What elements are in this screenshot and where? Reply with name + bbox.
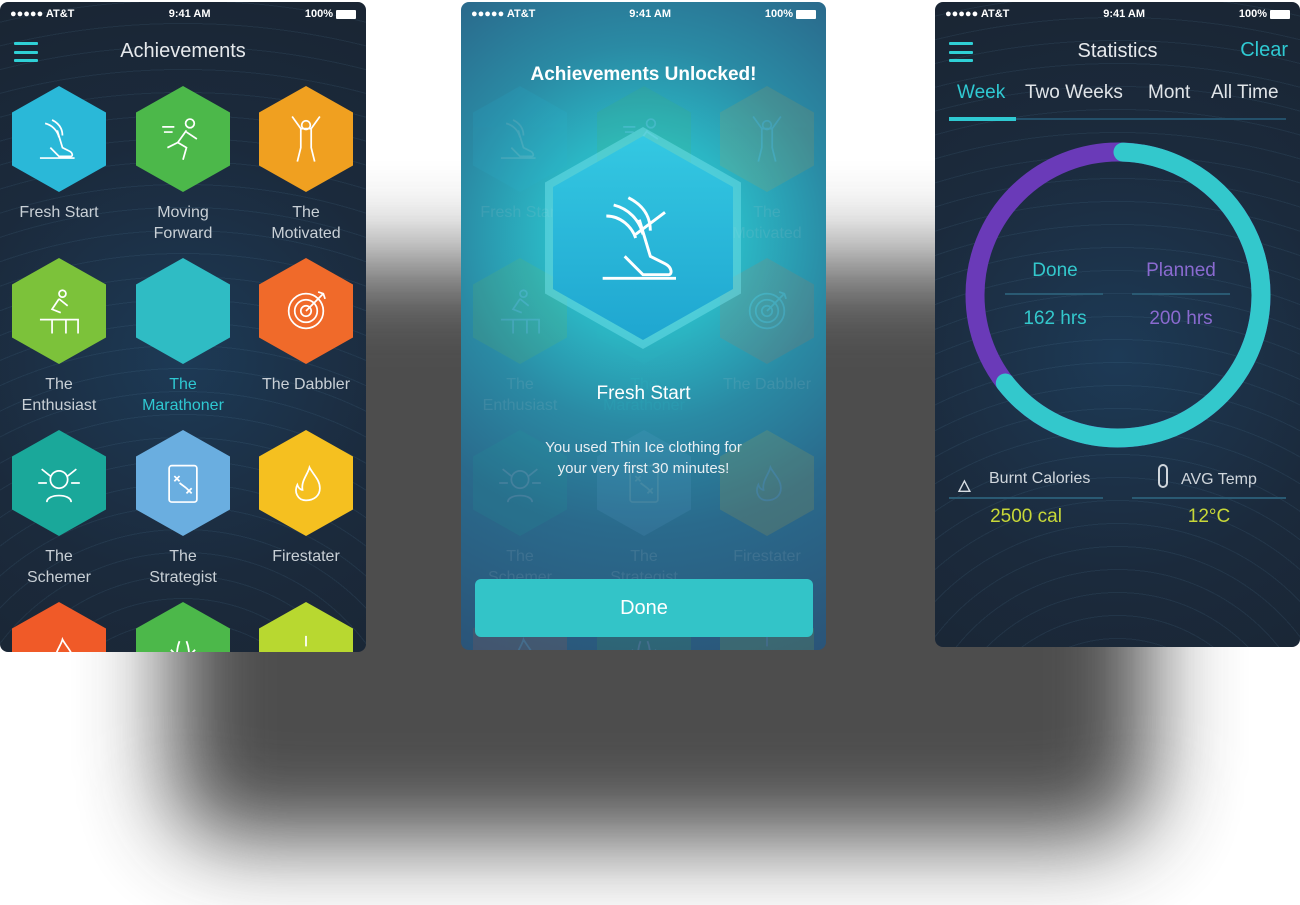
carrier: ●●●●● AT&T — [471, 8, 536, 20]
achievement-badge[interactable] — [259, 430, 353, 536]
runner-icon — [162, 118, 198, 161]
achievement-label: Firestater — [272, 548, 340, 565]
modal-title: Achievements Unlocked! — [530, 64, 757, 85]
achievement-badge[interactable] — [136, 430, 230, 536]
achievement-label: The Enthusiast — [21, 376, 97, 414]
achievement-label: The Marathoner — [142, 376, 224, 414]
arrows-icon — [163, 640, 203, 652]
done-button[interactable]: Done — [475, 579, 813, 637]
achievement-badge — [720, 86, 814, 192]
winged-foot-icon — [500, 119, 536, 159]
winged-foot-icon — [602, 196, 676, 280]
achievement-badge[interactable] — [136, 602, 230, 652]
planned-value: 200 hrs — [1149, 308, 1213, 329]
thermometer-icon — [1158, 464, 1168, 488]
clipboard-icon — [168, 464, 198, 503]
status-bar: ●●●●● AT&T 9:41 AM 100% — [461, 2, 826, 26]
target-icon — [287, 291, 326, 330]
flame-icon — [48, 636, 74, 652]
match-fire-icon — [295, 464, 321, 502]
achievement-badge[interactable] — [12, 258, 106, 364]
tab-all-time[interactable]: All Time — [1211, 82, 1279, 104]
badge-fresh-start — [545, 127, 741, 349]
period-tabs: Week Two Weeks Mont All Time — [935, 82, 1300, 122]
achievement-badge[interactable] — [12, 602, 106, 652]
statistics-screen: ●●●●● AT&T 9:41 AM 100% Statistics Clear… — [935, 2, 1300, 647]
achievement-label: The Motivated — [271, 204, 341, 242]
avg-temp-label: AVG Temp — [1181, 471, 1257, 488]
carrier: ●●●●● AT&T — [945, 8, 1010, 20]
achievement-badge[interactable] — [136, 86, 230, 192]
done-value: 162 hrs — [1023, 308, 1087, 329]
achievement-badge[interactable] — [259, 258, 353, 364]
hours-ring-chart — [965, 142, 1271, 448]
tab-two-weeks[interactable]: Two Weeks — [1025, 82, 1123, 104]
achievement-label: Firestater — [733, 548, 801, 565]
hurdle-jumper-icon — [500, 289, 540, 334]
achievement-badge[interactable] — [259, 86, 353, 192]
done-arc — [995, 142, 1271, 448]
tab-month[interactable]: Mont — [1148, 82, 1190, 104]
battery-icon — [1270, 9, 1290, 19]
burnt-calories-label: Burnt Calories — [989, 470, 1091, 487]
clock: 9:41 AM — [168, 8, 211, 20]
achievement-badge[interactable] — [259, 602, 353, 652]
locked-icon — [157, 281, 209, 341]
sparkle-icon — [286, 635, 326, 652]
achievement-unlocked-screen: ●●●●● AT&T 9:41 AM 100% Fresh StartMovin… — [461, 2, 826, 650]
tab-week[interactable]: Week — [957, 82, 1005, 104]
cheering-person-icon — [752, 115, 782, 162]
target-icon — [748, 291, 787, 330]
status-bar: ●●●●● AT&T 9:41 AM 100% — [0, 2, 366, 26]
battery-icon — [336, 9, 356, 19]
done-label: Done — [1032, 260, 1078, 281]
achievement-label: Fresh Start — [19, 204, 99, 221]
active-tab-indicator — [949, 117, 1016, 121]
clock: 9:41 AM — [1103, 8, 1146, 20]
achievement-badge[interactable] — [12, 430, 106, 536]
page-title: Achievements — [120, 40, 246, 62]
achievement-label: MovingForward — [153, 204, 213, 242]
battery: 100% — [305, 8, 356, 20]
status-bar: ●●●●● AT&T 9:41 AM 100% — [935, 2, 1300, 26]
winged-foot-icon — [39, 119, 75, 159]
achievement-label: The Dabbler — [261, 376, 351, 393]
achievement-label: The Strategist — [149, 548, 217, 586]
badge-name: Fresh Start — [596, 383, 691, 404]
carrier: ●●●●● AT&T — [10, 8, 75, 20]
cheering-person-icon — [291, 115, 321, 162]
achievement-badge[interactable] — [12, 86, 106, 192]
hurdle-jumper-icon — [39, 289, 79, 334]
battery: 100% — [1239, 8, 1290, 20]
badge-description: You used Thin Ice clothing for your very … — [545, 439, 742, 477]
battery-icon — [796, 9, 816, 19]
clock: 9:41 AM — [629, 8, 672, 20]
achievement-label: The Schemer — [26, 548, 92, 586]
clear-button[interactable]: Clear — [1240, 39, 1288, 62]
battery: 100% — [765, 8, 816, 20]
burnt-calories-value: 2500 cal — [990, 506, 1062, 527]
network-person-icon — [38, 468, 80, 503]
planned-label: Planned — [1146, 260, 1216, 281]
achievements-screen: ●●●●● AT&T 9:41 AM 100% Achievements Fre… — [0, 2, 366, 652]
achievement-badge[interactable] — [136, 258, 230, 364]
achievement-badge — [473, 86, 567, 192]
avg-temp-value: 12°C — [1187, 506, 1231, 527]
